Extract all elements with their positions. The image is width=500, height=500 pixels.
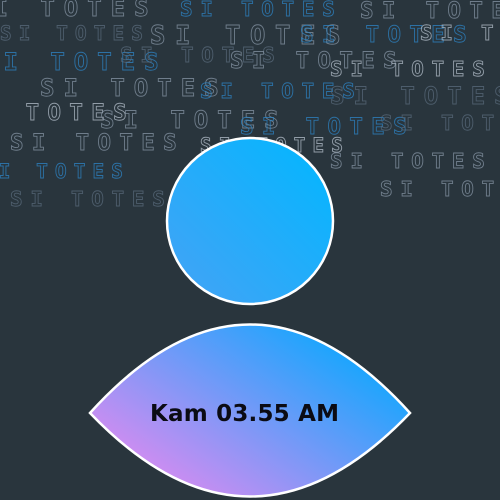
- lock-screen: SI TOTESSI TOTESSI TOTESSI TOTESSI TOTES…: [0, 0, 500, 500]
- clock-label: Kam 03.55 AM: [150, 401, 340, 427]
- avatar-head-shape: [165, 136, 335, 306]
